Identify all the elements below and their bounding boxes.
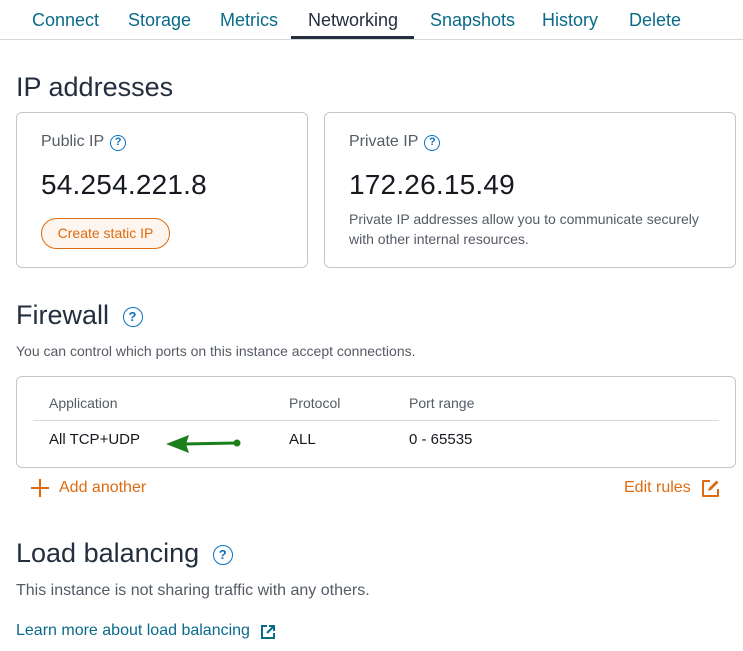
edit-icon[interactable] — [701, 479, 720, 498]
public-ip-value: 54.254.221.8 — [41, 169, 207, 200]
edit-rules-button[interactable]: Edit rules — [624, 479, 691, 497]
public-ip-label-row: Public IP? — [41, 133, 127, 151]
learn-more-load-balancing-link[interactable]: Learn more about load balancing — [16, 622, 250, 640]
tab-snapshots[interactable]: Snapshots — [430, 10, 515, 31]
private-ip-value: 172.26.15.49 — [349, 169, 515, 200]
firewall-description: You can control which ports on this inst… — [16, 343, 416, 359]
tab-connect[interactable]: Connect — [32, 10, 99, 31]
firewall-rules-table: Application Protocol Port range All TCP+… — [16, 376, 736, 468]
private-ip-description: Private IP addresses allow you to commun… — [349, 211, 699, 247]
private-ip-label: Private IP — [349, 133, 419, 150]
load-balancing-title-row: Load balancing ? — [16, 538, 233, 569]
help-icon[interactable]: ? — [212, 545, 233, 565]
private-ip-label-row: Private IP? — [349, 133, 441, 151]
active-tab-indicator — [291, 36, 414, 39]
firewall-title: Firewall — [16, 300, 110, 330]
tab-networking[interactable]: Networking — [308, 10, 398, 31]
firewall-title-row: Firewall ? — [16, 300, 143, 331]
rule-application: All TCP+UDP — [49, 431, 140, 448]
help-icon[interactable]: ? — [110, 135, 127, 151]
create-static-ip-button[interactable]: Create static IP — [41, 218, 170, 249]
rule-protocol: ALL — [289, 431, 316, 448]
tab-delete[interactable]: Delete — [629, 10, 681, 31]
column-header-application: Application — [49, 395, 118, 411]
annotation-arrow-icon — [166, 435, 241, 453]
header-divider — [33, 420, 719, 421]
ip-addresses-title: IP addresses — [16, 72, 174, 102]
tab-metrics[interactable]: Metrics — [220, 10, 278, 31]
public-ip-label: Public IP — [41, 133, 105, 150]
tab-history[interactable]: History — [542, 10, 598, 31]
help-icon[interactable]: ? — [424, 135, 441, 151]
rule-port-range: 0 - 65535 — [409, 431, 473, 448]
plus-icon[interactable] — [31, 479, 49, 497]
tab-bar: Connect Storage Metrics Networking Snaps… — [0, 0, 743, 40]
public-ip-card: Public IP? 54.254.221.8 Create static IP — [16, 112, 308, 268]
load-balancing-description: This instance is not sharing traffic wit… — [16, 582, 370, 599]
column-header-port-range: Port range — [409, 395, 475, 411]
column-header-protocol: Protocol — [289, 395, 341, 411]
help-icon[interactable]: ? — [122, 307, 143, 327]
private-ip-card: Private IP? 172.26.15.49 Private IP addr… — [324, 112, 736, 268]
external-link-icon[interactable] — [260, 624, 276, 640]
add-another-button[interactable]: Add another — [59, 479, 146, 497]
tab-storage[interactable]: Storage — [128, 10, 191, 31]
load-balancing-title: Load balancing — [16, 538, 200, 568]
